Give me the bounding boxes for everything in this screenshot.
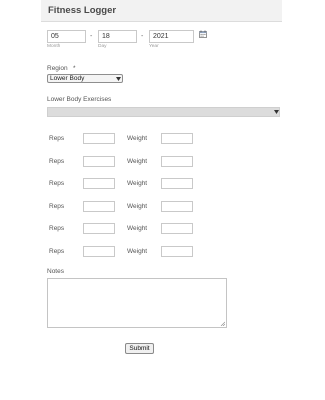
- year-input[interactable]: [149, 30, 194, 43]
- region-label: Region: [47, 65, 68, 72]
- weight-input[interactable]: [161, 223, 193, 235]
- reps-label: Reps: [49, 202, 65, 210]
- day-sublabel: Day: [98, 44, 107, 49]
- reps-input[interactable]: [83, 155, 115, 167]
- reps-label: Reps: [49, 135, 65, 142]
- resize-grip-icon[interactable]: [220, 321, 225, 326]
- reps-input[interactable]: [83, 223, 115, 235]
- reps-label: Reps: [49, 180, 65, 188]
- chevron-down-icon: [274, 110, 279, 114]
- notes-label: Notes: [47, 268, 64, 275]
- weight-input[interactable]: [161, 155, 193, 167]
- form-title: Fitness Logger: [48, 5, 117, 16]
- month-input[interactable]: [47, 30, 86, 43]
- reps-input[interactable]: [83, 178, 115, 190]
- reps-label: Reps: [49, 225, 65, 233]
- weight-label: Weight: [127, 180, 148, 188]
- weight-label: Weight: [127, 225, 148, 233]
- year-sublabel: Year: [149, 44, 159, 49]
- weight-label: Weight: [127, 157, 148, 165]
- reps-input[interactable]: [83, 133, 115, 144]
- calendar-icon[interactable]: [199, 30, 207, 38]
- exercises-select[interactable]: [47, 107, 280, 117]
- weight-input[interactable]: [161, 178, 193, 190]
- day-input[interactable]: [98, 30, 137, 43]
- weight-label: Weight: [127, 135, 148, 142]
- form-header: Fitness Logger: [41, 0, 282, 22]
- chevron-down-icon: [116, 77, 121, 81]
- month-sublabel: Month: [47, 44, 61, 49]
- date-separator: -: [141, 33, 144, 40]
- reps-label: Reps: [49, 157, 65, 165]
- weight-label: Weight: [127, 202, 148, 210]
- required-mark: *: [73, 65, 76, 72]
- weight-input[interactable]: [161, 133, 193, 144]
- region-select[interactable]: Lower Body: [47, 74, 123, 83]
- weight-input[interactable]: [161, 246, 193, 257]
- region-selected-value: Lower Body: [50, 75, 85, 82]
- weight-input[interactable]: [161, 200, 193, 212]
- reps-label: Reps: [49, 248, 65, 255]
- submit-button[interactable]: Submit: [125, 343, 154, 354]
- reps-input[interactable]: [83, 200, 115, 212]
- notes-textarea[interactable]: [47, 278, 227, 328]
- reps-input[interactable]: [83, 246, 115, 257]
- exercises-label: Lower Body Exercises: [47, 96, 112, 103]
- weight-label: Weight: [127, 248, 148, 255]
- date-separator: -: [90, 33, 93, 40]
